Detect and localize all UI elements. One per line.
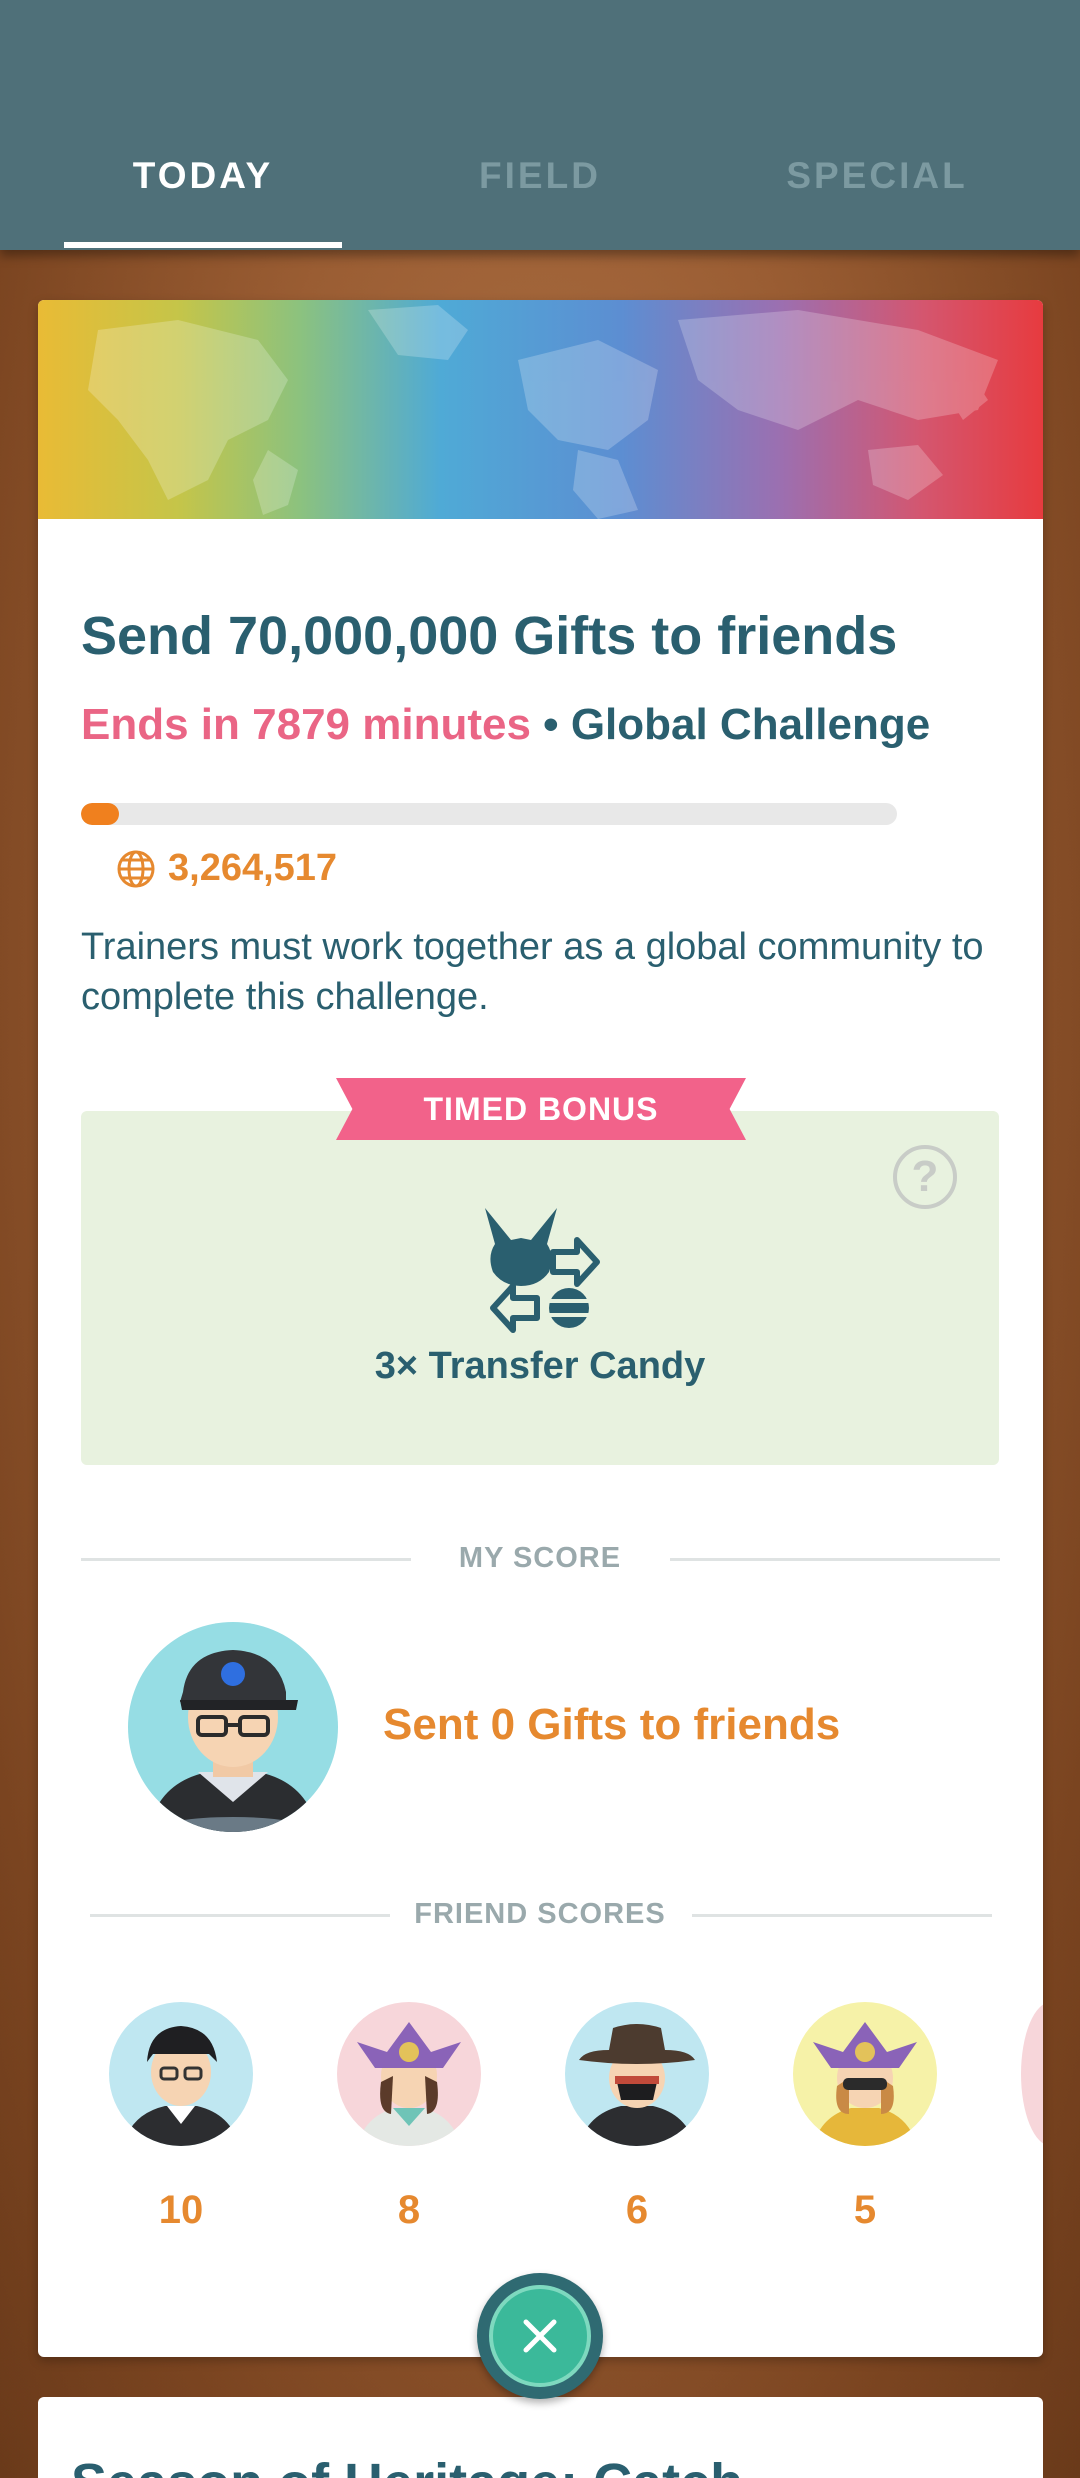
next-challenge-card[interactable]: Season of Heritage: Catch bbox=[38, 2397, 1043, 2478]
challenge-type: Global Challenge bbox=[570, 700, 931, 749]
world-map-banner bbox=[38, 300, 1043, 519]
progress-fill bbox=[81, 803, 120, 825]
separator-dot: • bbox=[543, 700, 559, 749]
global-challenge-card: Send 70,000,000 Gifts to friends Ends in… bbox=[38, 300, 1043, 2357]
close-button[interactable] bbox=[477, 2273, 603, 2399]
tab-today[interactable]: TODAY bbox=[53, 155, 353, 197]
globe-icon bbox=[117, 850, 155, 887]
global-count: 3,264,517 bbox=[168, 847, 338, 889]
next-card-title: Season of Heritage: Catch bbox=[71, 2452, 743, 2478]
my-avatar[interactable] bbox=[128, 1622, 338, 1832]
tab-field[interactable]: FIELD bbox=[390, 155, 690, 197]
active-tab-indicator bbox=[64, 242, 342, 248]
help-icon[interactable]: ? bbox=[893, 1145, 957, 1209]
friend-score: 10 bbox=[158, 2188, 204, 2232]
friend-score: 8 bbox=[397, 2188, 421, 2232]
divider-left bbox=[90, 1914, 390, 1917]
transfer-candy-icon bbox=[485, 1208, 600, 1333]
friend-avatar[interactable] bbox=[337, 2002, 481, 2146]
friend-avatar-partial[interactable] bbox=[1021, 2002, 1043, 2146]
tab-special[interactable]: SPECIAL bbox=[727, 155, 1027, 197]
friend-avatar[interactable] bbox=[793, 2002, 937, 2146]
friend-avatar[interactable] bbox=[109, 2002, 253, 2146]
global-count-row: 3,264,517 bbox=[116, 847, 337, 890]
challenge-progress-bar bbox=[81, 803, 897, 825]
time-remaining: Ends in 7879 minutes bbox=[81, 700, 531, 749]
challenge-title: Send 70,000,000 Gifts to friends bbox=[81, 606, 898, 666]
timed-bonus-ribbon: TIMED BONUS bbox=[336, 1078, 746, 1140]
close-icon bbox=[489, 2285, 591, 2387]
challenge-description: Trainers must work together as a global … bbox=[81, 926, 984, 1018]
divider-left bbox=[81, 1558, 411, 1561]
friend-score: 5 bbox=[853, 2188, 877, 2232]
challenge-subline: Ends in 7879 minutes • Global Challenge bbox=[81, 700, 930, 750]
my-score-heading: MY SCORE bbox=[458, 1542, 622, 1574]
friend-avatar[interactable] bbox=[565, 2002, 709, 2146]
my-score-text: Sent 0 Gifts to friends bbox=[383, 1700, 841, 1749]
tab-bar: TODAY FIELD SPECIAL bbox=[0, 0, 1080, 250]
divider-right bbox=[692, 1914, 992, 1917]
divider-right bbox=[670, 1558, 1000, 1561]
friend-scores-heading: FRIEND SCORES bbox=[414, 1898, 666, 1930]
friend-score: 6 bbox=[625, 2188, 649, 2232]
bonus-label: 3× Transfer Candy bbox=[374, 1345, 706, 1387]
